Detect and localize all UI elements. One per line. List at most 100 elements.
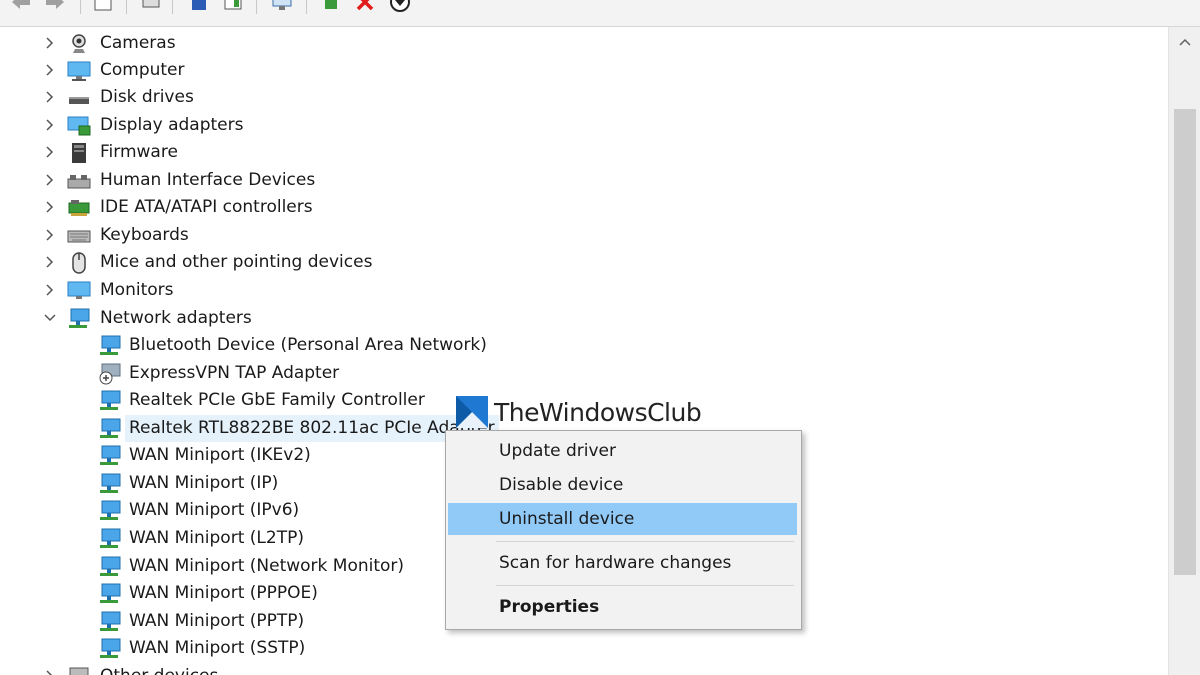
tree-item-label: Realtek RTL8822BE 802.11ac PCIe Adapter bbox=[125, 415, 499, 442]
tree-item-cameras[interactable]: Cameras bbox=[0, 30, 1168, 57]
tree-item-label: WAN Miniport (IPv6) bbox=[129, 500, 300, 520]
chevron-up-icon bbox=[1179, 38, 1191, 46]
tree-item-label: Bluetooth Device (Personal Area Network) bbox=[129, 335, 487, 355]
tree-item-label: Keyboards bbox=[100, 225, 189, 245]
other-devices-icon bbox=[69, 667, 89, 675]
tree-item-network-adapters[interactable]: Network adapters bbox=[0, 305, 1168, 332]
network-adapter-icon bbox=[100, 528, 121, 548]
chevron-right-icon[interactable] bbox=[43, 145, 57, 159]
tree-item-computer[interactable]: Computer bbox=[0, 57, 1168, 84]
chevron-right-icon[interactable] bbox=[43, 36, 57, 50]
tree-item-ide-controllers[interactable]: IDE ATA/ATAPI controllers bbox=[0, 194, 1168, 221]
network-adapter-icon bbox=[100, 583, 121, 603]
tree-item-label: Disk drives bbox=[100, 87, 194, 107]
tree-item-label: WAN Miniport (PPPOE) bbox=[129, 583, 318, 603]
tree-item-label: Human Interface Devices bbox=[100, 170, 316, 190]
driver-view-icon[interactable] bbox=[220, 0, 246, 14]
network-child-wan-sstp[interactable]: WAN Miniport (SSTP) bbox=[0, 635, 1168, 662]
uninstall-x-icon[interactable] bbox=[352, 0, 378, 14]
camera-icon bbox=[72, 34, 86, 53]
network-adapter-icon bbox=[100, 418, 121, 438]
network-adapter-icon bbox=[100, 638, 121, 658]
tree-item-label: Display adapters bbox=[100, 115, 244, 135]
tree-item-label: WAN Miniport (SSTP) bbox=[129, 638, 306, 658]
chevron-right-icon[interactable] bbox=[43, 228, 57, 242]
chevron-right-icon[interactable] bbox=[43, 255, 57, 269]
menu-separator bbox=[496, 541, 794, 542]
tree-item-label: Firmware bbox=[100, 142, 178, 162]
tree-item-label: WAN Miniport (L2TP) bbox=[129, 528, 304, 548]
computer-view-icon[interactable] bbox=[138, 0, 164, 14]
tree-item-label: Realtek PCIe GbE Family Controller bbox=[129, 390, 425, 410]
forward-arrow-icon[interactable] bbox=[42, 0, 68, 14]
watermark-logo: TheWindowsClub bbox=[456, 394, 702, 430]
tree-item-monitors[interactable]: Monitors bbox=[0, 277, 1168, 304]
chevron-right-icon[interactable] bbox=[43, 90, 57, 104]
tree-item-label: WAN Miniport (IKEv2) bbox=[129, 445, 311, 465]
help-icon[interactable] bbox=[186, 0, 212, 14]
network-child-bluetooth[interactable]: Bluetooth Device (Personal Area Network) bbox=[0, 332, 1168, 359]
tree-item-disk-drives[interactable]: Disk drives bbox=[0, 84, 1168, 111]
tree-item-label: Cameras bbox=[100, 33, 176, 53]
chevron-down-icon[interactable] bbox=[43, 311, 57, 325]
chevron-right-icon[interactable] bbox=[43, 200, 57, 214]
computer-icon bbox=[67, 61, 91, 81]
network-adapter-icon bbox=[100, 500, 121, 520]
ide-controller-icon bbox=[68, 200, 90, 216]
menu-item-disable-device[interactable]: Disable device bbox=[448, 469, 797, 501]
display-adapter-icon bbox=[67, 116, 91, 136]
windows-club-logo-icon bbox=[456, 396, 488, 428]
tree-item-label: Other devices bbox=[100, 663, 218, 675]
tree-item-label: Mice and other pointing devices bbox=[100, 252, 373, 272]
network-adapter-icon bbox=[100, 390, 121, 410]
network-adapter-icon bbox=[69, 308, 90, 328]
scroll-up-button[interactable] bbox=[1169, 27, 1200, 57]
hid-icon bbox=[67, 175, 91, 189]
mouse-icon bbox=[72, 252, 86, 274]
chevron-right-icon[interactable] bbox=[43, 118, 57, 132]
firmware-icon bbox=[72, 143, 86, 163]
watermark-text: TheWindowsClub bbox=[494, 397, 702, 427]
back-arrow-icon[interactable] bbox=[8, 0, 34, 14]
chevron-right-icon[interactable] bbox=[43, 669, 57, 675]
tree-item-label: ExpressVPN TAP Adapter bbox=[129, 363, 340, 383]
tree-item-mice[interactable]: Mice and other pointing devices bbox=[0, 249, 1168, 276]
tree-item-other-devices[interactable]: Other devices bbox=[0, 663, 1168, 675]
network-adapter-icon bbox=[100, 611, 121, 631]
tree-item-firmware[interactable]: Firmware bbox=[0, 139, 1168, 166]
tree-item-label: IDE ATA/ATAPI controllers bbox=[100, 197, 313, 217]
tree-item-label: WAN Miniport (IP) bbox=[129, 473, 279, 493]
scrollbar-thumb[interactable] bbox=[1174, 109, 1196, 575]
menu-item-scan-hardware[interactable]: Scan for hardware changes bbox=[448, 547, 797, 579]
scan-hardware-icon[interactable] bbox=[268, 0, 296, 14]
vpn-adapter-icon bbox=[99, 363, 121, 385]
tree-item-label: Monitors bbox=[100, 280, 174, 300]
tree-item-label: WAN Miniport (Network Monitor) bbox=[129, 556, 405, 576]
tree-item-hid[interactable]: Human Interface Devices bbox=[0, 167, 1168, 194]
network-child-expressvpn[interactable]: ExpressVPN TAP Adapter bbox=[0, 360, 1168, 387]
properties-icon[interactable] bbox=[90, 0, 116, 14]
tree-item-display-adapters[interactable]: Display adapters bbox=[0, 112, 1168, 139]
tree-item-label: Computer bbox=[100, 60, 185, 80]
tree-item-label: Network adapters bbox=[100, 308, 252, 328]
vertical-scrollbar[interactable] bbox=[1168, 27, 1200, 675]
menu-item-update-driver[interactable]: Update driver bbox=[448, 435, 797, 467]
menu-separator bbox=[496, 585, 794, 586]
disk-drive-icon bbox=[69, 97, 89, 104]
network-adapter-icon bbox=[100, 335, 121, 355]
tree-item-keyboards[interactable]: Keyboards bbox=[0, 222, 1168, 249]
chevron-right-icon[interactable] bbox=[43, 173, 57, 187]
menu-item-uninstall-device[interactable]: Uninstall device bbox=[448, 503, 797, 535]
network-adapter-icon bbox=[100, 445, 121, 465]
monitor-icon bbox=[67, 281, 91, 299]
keyboard-icon bbox=[67, 230, 91, 243]
toolbar bbox=[0, 0, 1200, 27]
download-icon[interactable] bbox=[386, 0, 414, 14]
chevron-right-icon[interactable] bbox=[43, 63, 57, 77]
network-adapter-icon bbox=[100, 556, 121, 576]
menu-item-properties[interactable]: Properties bbox=[448, 591, 797, 623]
chevron-right-icon[interactable] bbox=[43, 283, 57, 297]
context-menu: Update driver Disable device Uninstall d… bbox=[445, 430, 802, 630]
update-driver-icon[interactable] bbox=[318, 0, 344, 14]
tree-item-label: WAN Miniport (PPTP) bbox=[129, 611, 305, 631]
